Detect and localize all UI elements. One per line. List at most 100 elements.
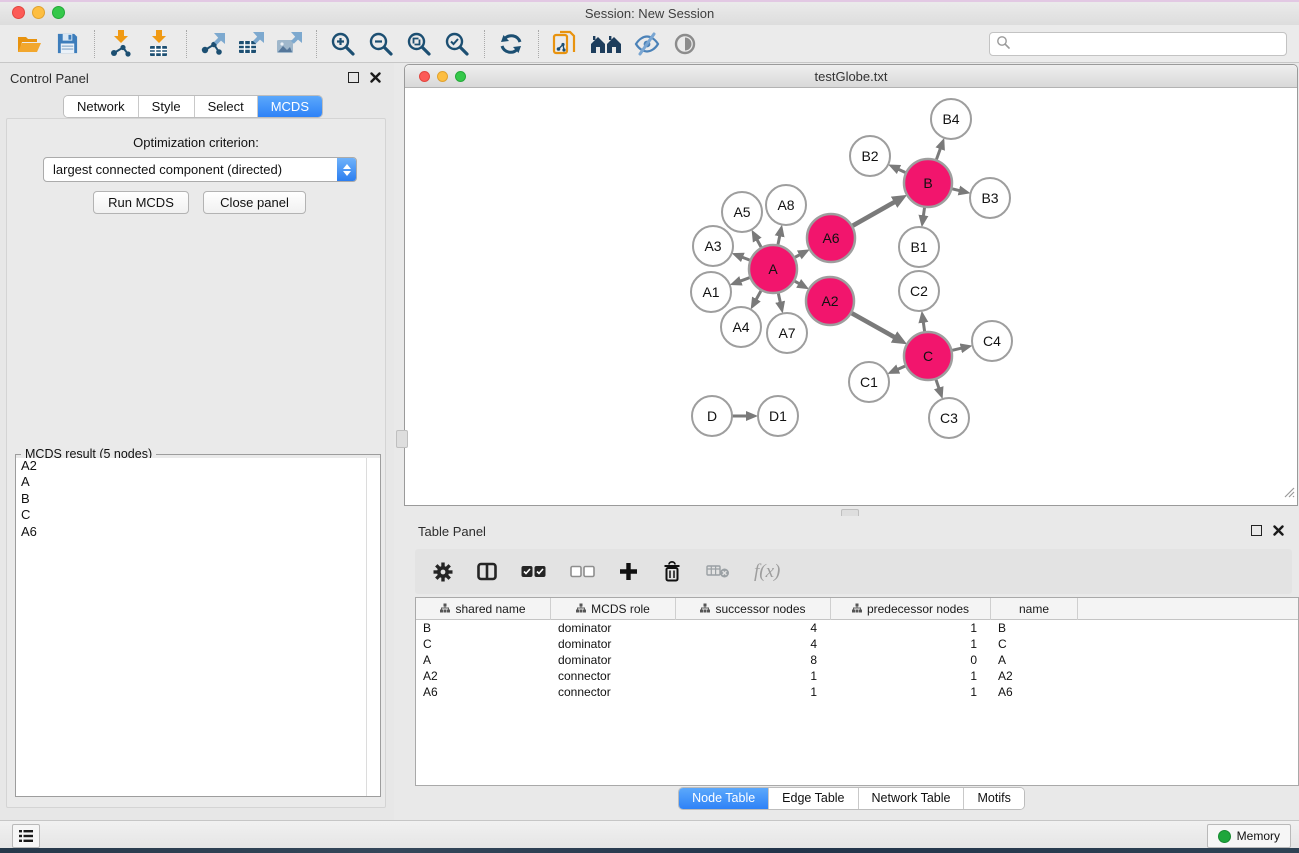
tab-select[interactable]: Select	[195, 96, 258, 117]
tab-style[interactable]: Style	[139, 96, 195, 117]
zoom-fit-icon[interactable]	[404, 29, 434, 59]
reset-view-icon[interactable]	[588, 29, 624, 59]
column-header-name[interactable]: name	[991, 598, 1078, 620]
table-cell[interactable]: 1	[676, 685, 831, 699]
show-column-icon[interactable]	[477, 562, 497, 581]
zoom-out-icon[interactable]	[366, 29, 396, 59]
table-cell[interactable]: 1	[831, 637, 991, 651]
result-scrollbar[interactable]	[366, 458, 380, 796]
graph-node-C[interactable]: C	[904, 332, 952, 380]
graph-node-D[interactable]: D	[692, 396, 732, 436]
search-field[interactable]	[989, 32, 1287, 56]
table-cell[interactable]: A2	[416, 669, 551, 683]
table-cell[interactable]: connector	[551, 685, 676, 699]
table-cell[interactable]: A	[991, 653, 1078, 667]
graph-node-B3[interactable]: B3	[970, 178, 1010, 218]
network-from-selection-icon[interactable]	[550, 29, 580, 59]
table-cell[interactable]: 8	[676, 653, 831, 667]
table-cell[interactable]: 4	[676, 621, 831, 635]
graph-node-A[interactable]: A	[749, 245, 797, 293]
refresh-icon[interactable]	[496, 29, 526, 59]
create-column-plus-icon[interactable]	[619, 562, 638, 581]
column-header-predecessor-nodes[interactable]: predecessor nodes	[831, 598, 991, 620]
tab-network-table[interactable]: Network Table	[859, 788, 965, 809]
result-list-item[interactable]: C	[16, 507, 367, 523]
graph-node-A5[interactable]: A5	[722, 192, 762, 232]
export-table-icon[interactable]	[236, 29, 266, 59]
graph-node-A8[interactable]: A8	[766, 185, 806, 225]
delete-column-trash-icon[interactable]	[662, 561, 682, 582]
table-cell[interactable]: A6	[416, 685, 551, 699]
import-network-icon[interactable]	[106, 29, 136, 59]
zoom-selected-icon[interactable]	[442, 29, 472, 59]
result-list-item[interactable]: B	[16, 491, 367, 507]
node-table[interactable]: shared nameMCDS rolesuccessor nodesprede…	[415, 597, 1299, 786]
column-header-shared-name[interactable]: shared name	[416, 598, 551, 620]
table-cell[interactable]: dominator	[551, 621, 676, 635]
graph-node-C2[interactable]: C2	[899, 271, 939, 311]
graph-node-D1[interactable]: D1	[758, 396, 798, 436]
table-cell[interactable]: 1	[676, 669, 831, 683]
select-all-columns-icon[interactable]	[521, 565, 546, 578]
graph-node-B[interactable]: B	[904, 159, 952, 207]
save-session-icon[interactable]	[52, 29, 82, 59]
vertical-splitter-handle[interactable]	[396, 430, 408, 448]
graph-node-A4[interactable]: A4	[721, 307, 761, 347]
zoom-in-icon[interactable]	[328, 29, 358, 59]
close-table-panel-icon[interactable]	[1272, 524, 1285, 537]
column-header-MCDS-role[interactable]: MCDS role	[551, 598, 676, 620]
show-graphics-details-icon[interactable]	[670, 29, 700, 59]
table-cell[interactable]: 0	[831, 653, 991, 667]
result-list-item[interactable]: A6	[16, 524, 367, 540]
table-cell[interactable]: 1	[831, 669, 991, 683]
import-table-icon[interactable]	[144, 29, 174, 59]
tab-edge-table[interactable]: Edge Table	[769, 788, 858, 809]
search-input[interactable]	[1014, 36, 1286, 52]
network-canvas[interactable]: B4B2BB3A8A5A6B1A3AA1C2A2A4A7C4CC1C3DD1	[406, 88, 1297, 505]
table-cell[interactable]: B	[416, 621, 551, 635]
close-panel-icon[interactable]	[369, 71, 382, 84]
table-cell[interactable]: 1	[831, 621, 991, 635]
graph-node-C4[interactable]: C4	[972, 321, 1012, 361]
tab-motifs[interactable]: Motifs	[964, 788, 1023, 809]
tab-network[interactable]: Network	[64, 96, 139, 117]
result-list-item[interactable]: A	[16, 474, 367, 490]
graph-node-A2[interactable]: A2	[806, 277, 854, 325]
float-table-panel-icon[interactable]	[1250, 524, 1263, 537]
tab-node-table[interactable]: Node Table	[679, 788, 769, 809]
table-cell[interactable]: A6	[991, 685, 1078, 699]
hide-graphics-details-icon[interactable]	[632, 29, 662, 59]
open-session-icon[interactable]	[14, 29, 44, 59]
graph-node-A3[interactable]: A3	[693, 226, 733, 266]
graph-node-A7[interactable]: A7	[767, 313, 807, 353]
export-network-icon[interactable]	[198, 29, 228, 59]
graph-node-B1[interactable]: B1	[899, 227, 939, 267]
graph-node-B4[interactable]: B4	[931, 99, 971, 139]
tab-mcds[interactable]: MCDS	[258, 96, 322, 117]
export-image-icon[interactable]	[274, 29, 304, 59]
column-header-successor-nodes[interactable]: successor nodes	[676, 598, 831, 620]
graph-node-C1[interactable]: C1	[849, 362, 889, 402]
unselect-all-columns-icon[interactable]	[570, 565, 595, 578]
table-row[interactable]: Bdominator41B	[416, 620, 1298, 636]
close-panel-button[interactable]: Close panel	[203, 191, 306, 214]
table-cell[interactable]: 1	[831, 685, 991, 699]
table-cell[interactable]: C	[991, 637, 1078, 651]
mcds-result-list[interactable]: A2ABCA6	[16, 458, 367, 796]
optimization-criterion-select[interactable]: largest connected component (directed)	[43, 157, 357, 182]
float-panel-icon[interactable]	[347, 71, 360, 84]
table-cell[interactable]: connector	[551, 669, 676, 683]
task-history-button[interactable]	[12, 824, 40, 848]
table-cell[interactable]: C	[416, 637, 551, 651]
run-mcds-button[interactable]: Run MCDS	[93, 191, 189, 214]
table-row[interactable]: A2connector11A2	[416, 668, 1298, 684]
graph-node-A6[interactable]: A6	[807, 214, 855, 262]
result-list-item[interactable]: A2	[16, 458, 367, 474]
graph-node-A1[interactable]: A1	[691, 272, 731, 312]
window-resize-grip[interactable]	[1281, 484, 1295, 503]
memory-button[interactable]: Memory	[1207, 824, 1291, 848]
table-row[interactable]: Adominator80A	[416, 652, 1298, 668]
table-row[interactable]: A6connector11A6	[416, 684, 1298, 700]
table-cell[interactable]: 4	[676, 637, 831, 651]
graph-node-C3[interactable]: C3	[929, 398, 969, 438]
